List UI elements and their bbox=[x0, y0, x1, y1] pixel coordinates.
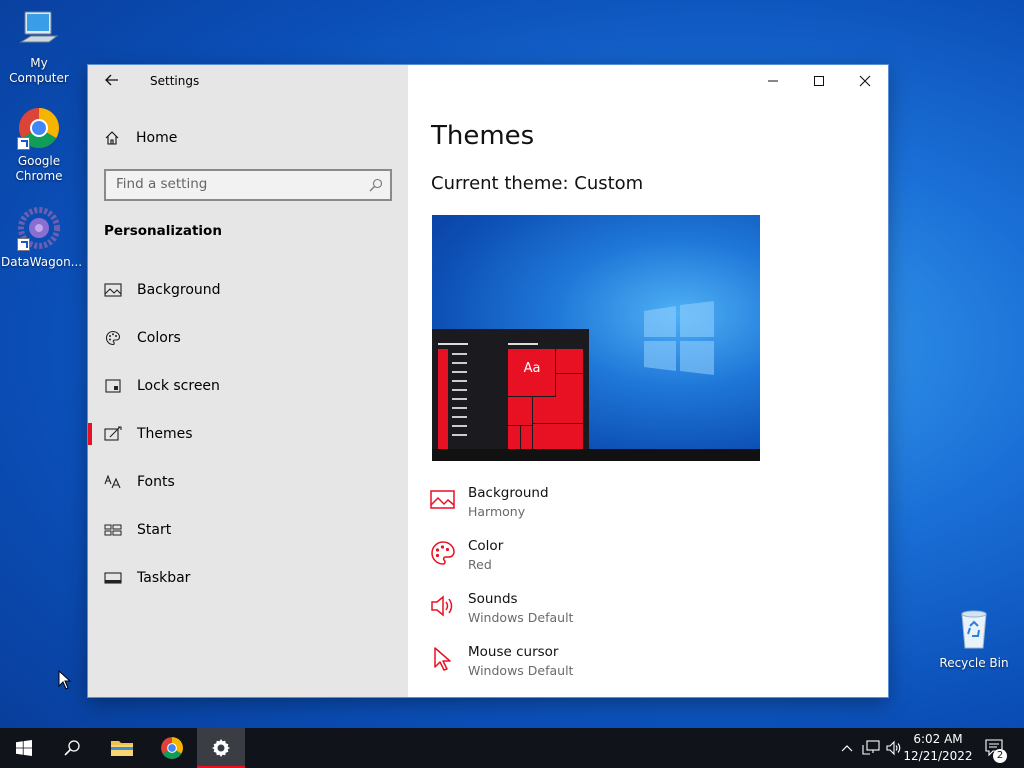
sidebar-item-label: Taskbar bbox=[137, 570, 191, 586]
close-button[interactable] bbox=[842, 65, 888, 97]
chevron-up-icon bbox=[841, 745, 853, 752]
lock-screen-icon bbox=[104, 378, 122, 394]
palette-icon bbox=[431, 541, 455, 565]
close-icon bbox=[859, 75, 871, 87]
picture-icon bbox=[430, 490, 455, 509]
search-placeholder: Find a setting bbox=[116, 176, 208, 192]
sidebar-item-start[interactable]: Start bbox=[88, 510, 408, 550]
search-button[interactable] bbox=[48, 728, 96, 768]
search-icon bbox=[64, 740, 80, 756]
taskbar-icon bbox=[104, 570, 122, 586]
property-name: Sounds bbox=[468, 591, 518, 607]
palette-icon bbox=[104, 330, 122, 346]
taskbar-clock[interactable]: 6:02 AM 12/21/2022 bbox=[902, 731, 974, 765]
sidebar-item-themes[interactable]: Themes bbox=[88, 414, 408, 454]
property-value: Windows Default bbox=[468, 610, 574, 625]
property-name: Color bbox=[468, 538, 504, 554]
property-name: Background bbox=[468, 485, 549, 501]
app-title: Settings bbox=[150, 74, 200, 88]
folder-icon bbox=[111, 741, 133, 756]
clock-time: 6:02 AM bbox=[913, 732, 963, 746]
home-label: Home bbox=[136, 130, 178, 146]
sidebar-item-label: Fonts bbox=[137, 474, 175, 490]
desktop-icon-my-computer[interactable]: My Computer bbox=[1, 8, 77, 86]
chrome-taskbar-button[interactable] bbox=[148, 728, 196, 768]
action-center-button[interactable]: 2 bbox=[980, 728, 1010, 768]
minimize-icon bbox=[768, 80, 778, 82]
sidebar-item-fonts[interactable]: Fonts bbox=[88, 462, 408, 502]
desktop-icon-datawagon[interactable]: DataWagon... bbox=[1, 207, 83, 270]
mouse-pointer-icon bbox=[58, 670, 72, 690]
speaker-icon bbox=[431, 595, 453, 617]
title-bar: Settings bbox=[88, 65, 408, 97]
maximize-button[interactable] bbox=[796, 65, 842, 97]
themes-icon bbox=[104, 426, 122, 442]
notification-count-badge: 2 bbox=[993, 749, 1007, 763]
start-button[interactable] bbox=[0, 728, 48, 768]
volume-tray-button[interactable] bbox=[884, 728, 904, 768]
home-nav-item[interactable]: Home bbox=[104, 127, 177, 149]
file-explorer-button[interactable] bbox=[98, 728, 146, 768]
shortcut-arrow-icon bbox=[17, 238, 30, 251]
desktop-icon-google-chrome[interactable]: Google Chrome bbox=[1, 106, 77, 184]
settings-sidebar: Settings Home Find a setting Personaliza… bbox=[88, 65, 408, 697]
cursor-icon bbox=[434, 647, 451, 671]
sidebar-item-label: Background bbox=[137, 282, 221, 298]
settings-window: Settings Home Find a setting Personaliza… bbox=[88, 65, 888, 697]
desktop-icon-label: Google Chrome bbox=[15, 154, 63, 183]
desktop-icon-recycle-bin[interactable]: Recycle Bin bbox=[936, 608, 1012, 671]
gear-icon bbox=[212, 739, 230, 757]
clock-date: 12/21/2022 bbox=[903, 749, 973, 763]
property-value: Windows Default bbox=[468, 663, 574, 678]
fonts-icon bbox=[104, 474, 122, 490]
sidebar-item-background[interactable]: Background bbox=[88, 270, 408, 310]
back-button[interactable] bbox=[104, 72, 124, 90]
windows-start-icon bbox=[16, 740, 32, 756]
current-theme-heading: Current theme: Custom bbox=[431, 173, 644, 194]
theme-preview: Aa bbox=[432, 215, 760, 461]
taskbar: 6:02 AM 12/21/2022 2 bbox=[0, 728, 1024, 768]
recycle-bin-icon bbox=[952, 608, 996, 652]
sidebar-item-lock-screen[interactable]: Lock screen bbox=[88, 366, 408, 406]
desktop-icon-label: DataWagon... bbox=[1, 255, 83, 269]
desktop-icon-label: My Computer bbox=[9, 56, 69, 85]
sidebar-item-label: Themes bbox=[137, 426, 193, 442]
property-name: Mouse cursor bbox=[468, 644, 559, 660]
themes-content: Themes Current theme: Custom Aa Backgrou… bbox=[408, 65, 888, 697]
sidebar-item-label: Colors bbox=[137, 330, 181, 346]
computer-icon bbox=[17, 8, 61, 52]
settings-taskbar-button[interactable] bbox=[197, 728, 245, 768]
property-value: Harmony bbox=[468, 504, 526, 519]
back-arrow-icon bbox=[105, 74, 118, 86]
picture-icon bbox=[104, 282, 122, 298]
windows-logo-icon bbox=[644, 301, 714, 375]
search-icon bbox=[369, 178, 383, 192]
section-heading: Personalization bbox=[104, 223, 222, 239]
preview-taskbar bbox=[432, 449, 760, 461]
network-tray-button[interactable] bbox=[860, 728, 882, 768]
desktop-icon-label: Recycle Bin bbox=[939, 656, 1009, 670]
sidebar-item-taskbar[interactable]: Taskbar bbox=[88, 558, 408, 598]
page-title: Themes bbox=[431, 121, 535, 151]
search-input[interactable]: Find a setting bbox=[104, 169, 392, 201]
speaker-icon bbox=[886, 740, 901, 756]
start-icon bbox=[104, 522, 122, 538]
sidebar-item-label: Start bbox=[137, 522, 172, 538]
chrome-icon bbox=[17, 106, 61, 150]
home-icon bbox=[105, 131, 119, 145]
minimize-button[interactable] bbox=[750, 65, 796, 97]
maximize-icon bbox=[814, 76, 824, 86]
chrome-icon bbox=[161, 737, 183, 759]
datawagon-gear-icon bbox=[17, 207, 61, 251]
preview-tile-text: Aa bbox=[523, 361, 541, 376]
property-value: Red bbox=[468, 557, 492, 572]
sidebar-item-colors[interactable]: Colors bbox=[88, 318, 408, 358]
show-hidden-icons-button[interactable] bbox=[838, 728, 856, 768]
network-icon bbox=[862, 740, 880, 755]
sidebar-item-label: Lock screen bbox=[137, 378, 220, 394]
shortcut-arrow-icon bbox=[17, 137, 30, 150]
preview-start-menu: Aa bbox=[432, 329, 589, 449]
